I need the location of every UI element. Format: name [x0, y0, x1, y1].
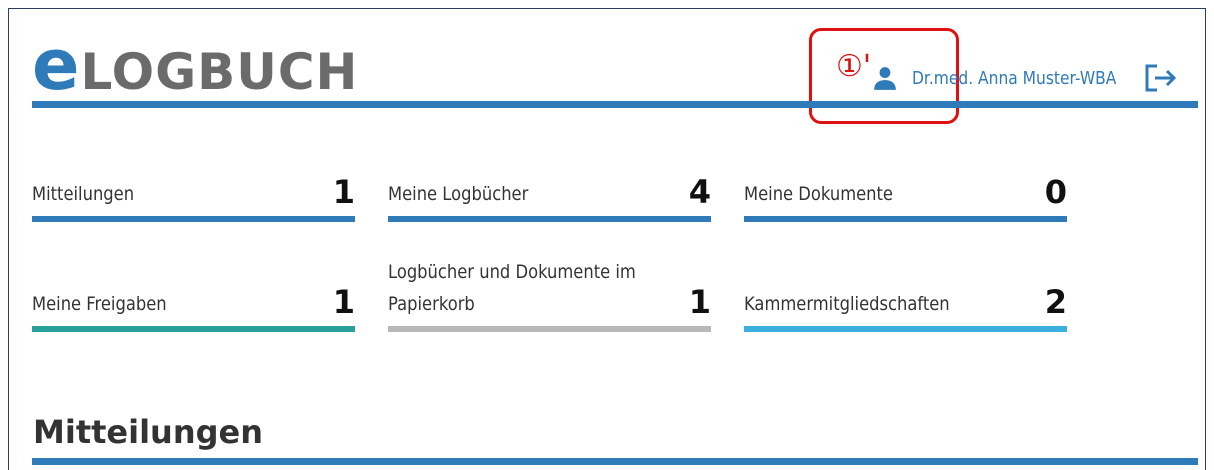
elogbuch-logo[interactable]: e LOGBUCH — [32, 24, 358, 106]
card-underline — [32, 216, 355, 222]
card-kammermitgliedschaften[interactable]: Kammermitgliedschaften 2 — [744, 276, 1067, 332]
card-count: 1 — [688, 283, 711, 321]
card-label: Kammermitgliedschaften — [744, 293, 950, 315]
card-underline — [744, 216, 1067, 222]
logout-icon[interactable] — [1144, 63, 1178, 93]
section-divider — [32, 458, 1198, 465]
person-icon[interactable] — [872, 65, 898, 91]
card-meine-dokumente[interactable]: Meine Dokumente 0 — [744, 166, 1067, 222]
section-title: Mitteilungen — [33, 413, 263, 451]
card-underline — [388, 216, 711, 222]
card-underline — [744, 326, 1067, 332]
card-label: Meine Dokumente — [744, 183, 893, 205]
card-label-line-2: Papierkorb — [388, 293, 475, 315]
card-label: Meine Freigaben — [32, 293, 167, 315]
card-label-line-1: Logbücher und Dokumente im — [388, 261, 636, 283]
card-papierkorb[interactable]: Logbücher und Dokumente im Papierkorb 1 — [388, 256, 711, 332]
card-label: Mitteilungen — [32, 183, 135, 205]
card-label: Logbücher und Dokumente im Papierkorb — [388, 256, 636, 320]
card-count: 2 — [1044, 283, 1067, 321]
card-underline — [388, 326, 711, 332]
card-meine-freigaben[interactable]: Meine Freigaben 1 — [32, 276, 355, 332]
user-name-link[interactable]: Dr.med. Anna Muster-WBA — [912, 68, 1116, 89]
card-meine-logbuecher[interactable]: Meine Logbücher 4 — [388, 166, 711, 222]
logo-text: LOGBUCH — [80, 43, 359, 101]
card-count: 0 — [1044, 173, 1067, 211]
logo-e: e — [32, 24, 81, 106]
card-count: 1 — [332, 283, 355, 321]
card-mitteilungen[interactable]: Mitteilungen 1 — [32, 166, 355, 222]
annotation-marker: ①' — [836, 49, 872, 84]
header-divider — [32, 101, 1198, 108]
card-label: Meine Logbücher — [388, 183, 529, 205]
card-count: 1 — [332, 173, 355, 211]
user-area: Dr.med. Anna Muster-WBA — [872, 60, 1178, 96]
card-underline — [32, 326, 355, 332]
card-count: 4 — [688, 173, 711, 211]
